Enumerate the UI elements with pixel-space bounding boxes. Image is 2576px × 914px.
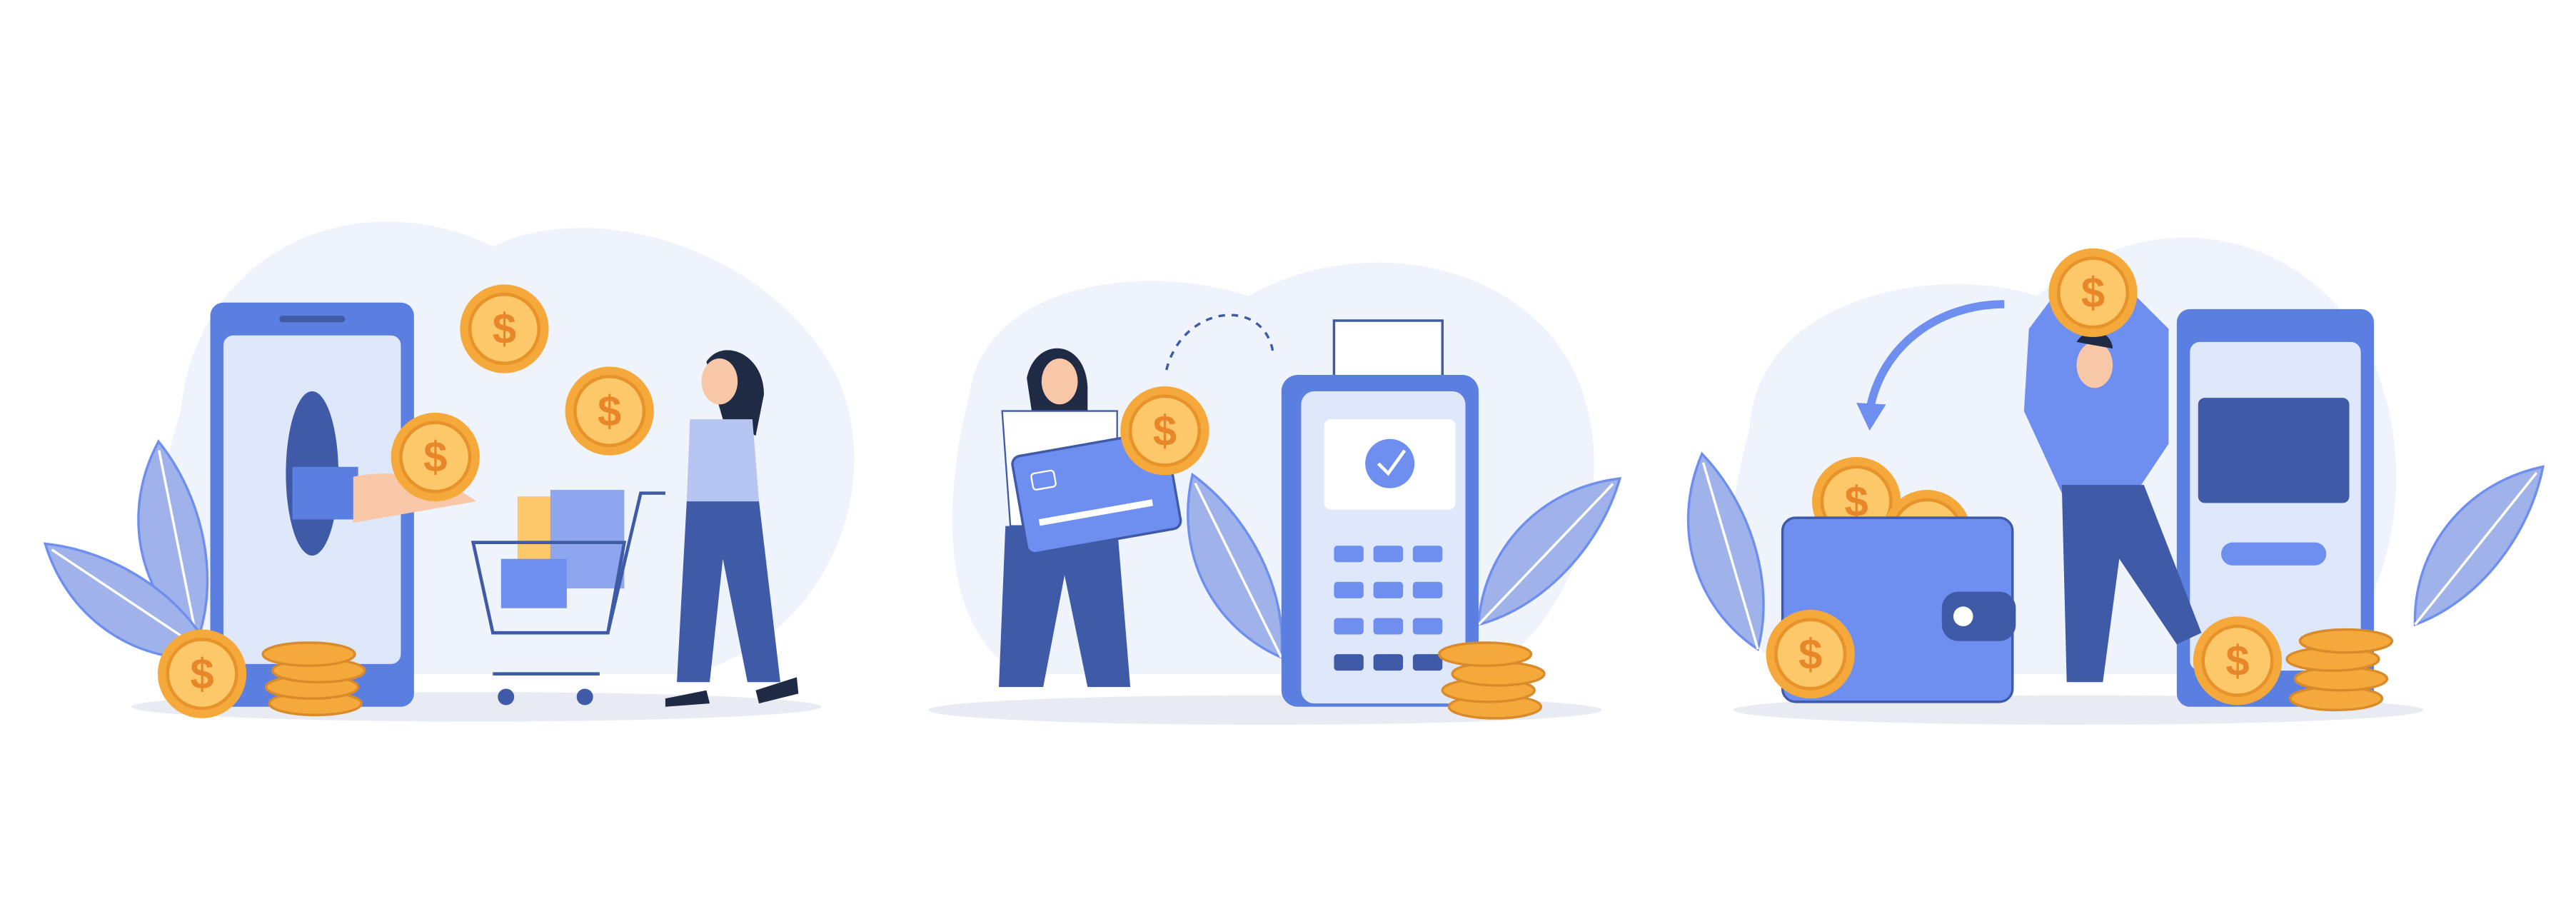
payment-illustration: $: [21, 221, 2550, 725]
coin-stack: [261, 641, 366, 716]
coin-icon: [460, 284, 548, 373]
coin-icon: [1120, 386, 1209, 475]
scene-wallet-cashback: [1644, 237, 2550, 725]
scene-card-terminal: [928, 262, 1626, 725]
coin-icon: [2048, 248, 2137, 337]
coin-icon: [391, 413, 480, 501]
leaf-decoration: [2398, 438, 2550, 650]
checkmark-icon: [1365, 438, 1415, 488]
coin-icon: [565, 366, 654, 455]
coin-icon: [2193, 616, 2282, 705]
coin-icon: [158, 630, 246, 718]
screen-button: [2220, 542, 2327, 566]
scene-online-shopping: [21, 221, 855, 722]
coin-icon: [1766, 610, 1855, 698]
